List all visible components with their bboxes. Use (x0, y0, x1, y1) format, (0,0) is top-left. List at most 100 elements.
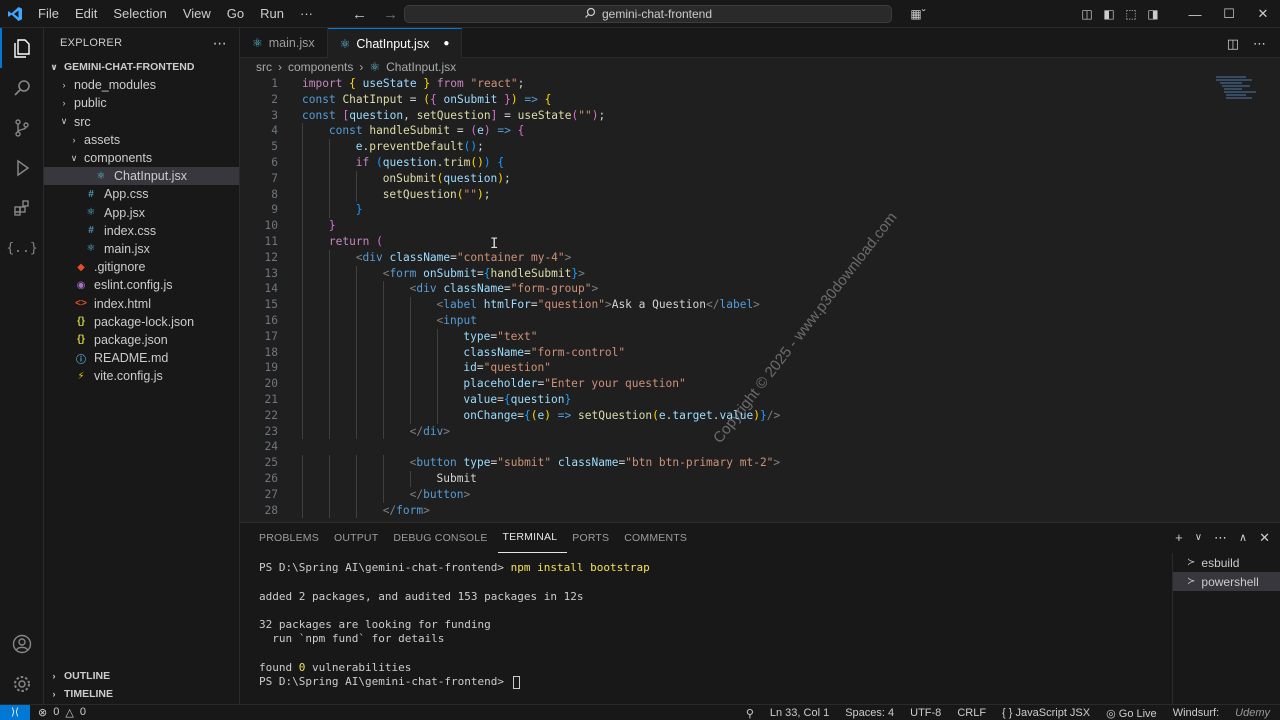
panel-tabs: PROBLEMS OUTPUT DEBUG CONSOLE TERMINAL P… (240, 523, 1280, 553)
tree-item-label: App.css (104, 187, 149, 202)
tab-label: main.jsx (268, 36, 315, 50)
tab-output[interactable]: OUTPUT (329, 523, 388, 553)
json-braces-icon[interactable]: {..} (0, 228, 44, 268)
tree-item[interactable]: # index.css (44, 222, 239, 240)
menu-edit[interactable]: Edit (67, 0, 105, 28)
line-ending[interactable]: CRLF (957, 707, 986, 719)
timeline-section[interactable]: › TIMELINE (44, 685, 240, 703)
code-line: 24 (240, 439, 1240, 455)
more-actions-icon[interactable]: ⋯ (1253, 36, 1266, 52)
status-problems[interactable]: ⊗ 0 △ 0 (30, 706, 86, 719)
toggle-primary-sidebar-icon[interactable]: ◫ (1076, 7, 1098, 21)
windsurf-status[interactable]: Windsurf: (1173, 707, 1219, 719)
breadcrumb-file[interactable]: ChatInput.jsx (386, 60, 456, 74)
tree-item[interactable]: ◆ .gitignore (44, 258, 239, 276)
indent-guide (355, 186, 357, 203)
close-window-icon[interactable]: ✕ (1246, 6, 1280, 22)
tab-ports[interactable]: PORTS (567, 523, 619, 553)
activity-bar: {..} (0, 28, 44, 704)
run-debug-icon[interactable] (0, 148, 44, 188)
extensions-icon[interactable] (0, 188, 44, 228)
menu-go[interactable]: Go (219, 0, 252, 28)
tree-item[interactable]: <> index.html (44, 294, 239, 312)
tree-item[interactable]: ⚡ vite.config.js (44, 367, 239, 385)
back-arrow-icon[interactable]: ← (352, 6, 367, 23)
minimize-icon[interactable]: — (1178, 7, 1212, 22)
forward-arrow-icon[interactable]: → (383, 6, 398, 23)
breadcrumb-src[interactable]: src (256, 60, 272, 74)
tree-item[interactable]: ∨ components (44, 149, 239, 167)
minimap[interactable] (1216, 76, 1268, 116)
menu-more[interactable]: ··· (292, 0, 321, 28)
menu-file[interactable]: File (30, 0, 67, 28)
menu-run[interactable]: Run (252, 0, 292, 28)
breadcrumb-components[interactable]: components (288, 60, 353, 74)
tab-chatinput-jsx[interactable]: ⚛ ChatInput.jsx ● (327, 28, 463, 58)
maximize-panel-chevron-up-icon[interactable]: ∧ (1239, 530, 1247, 546)
encoding[interactable]: UTF-8 (910, 707, 941, 719)
tree-item[interactable]: ◉ eslint.config.js (44, 276, 239, 294)
tree-item[interactable]: ⚛ App.jsx (44, 204, 239, 222)
tree-item[interactable]: # App.css (44, 185, 239, 203)
toggle-panel-icon[interactable]: ⬚ (1120, 7, 1142, 21)
new-terminal-plus-icon[interactable]: + (1175, 530, 1183, 546)
terminal-output[interactable]: PS D:\Spring AI\gemini-chat-frontend> np… (259, 561, 650, 690)
tree-item[interactable]: ⚛ ChatInput.jsx (44, 167, 239, 186)
tree-item-label: package-lock.json (94, 314, 195, 329)
more-actions-icon[interactable]: ⋯ (213, 35, 227, 52)
status-right: ⚲ Ln 33, Col 1 Spaces: 4 UTF-8 CRLF { } … (746, 705, 1270, 720)
language-mode[interactable]: { } JavaScript JSX (1002, 707, 1090, 719)
unsaved-dot-icon[interactable]: ● (443, 38, 449, 49)
terminal-item-powershell[interactable]: ≻ powershell (1173, 572, 1280, 591)
account-icon[interactable] (0, 624, 44, 664)
tree-item[interactable]: ∨ src (44, 113, 239, 131)
tree-item[interactable]: {} package.json (44, 331, 239, 349)
toggle-sidebar-icon[interactable]: ◧ (1098, 7, 1120, 21)
indent-guide (436, 392, 438, 408)
indentation[interactable]: Spaces: 4 (845, 707, 894, 719)
zoom-search-icon[interactable]: ⚲ (746, 707, 754, 720)
go-live[interactable]: ◎ Go Live (1106, 707, 1157, 720)
tree-item[interactable]: ⓘ README.md (44, 349, 239, 367)
code-editor[interactable]: 1 import { useState } from "react"; 2 const… (240, 76, 1280, 522)
split-editor-icon[interactable]: ◫ (1227, 36, 1239, 52)
menu-selection[interactable]: Selection (105, 0, 174, 28)
tab-terminal[interactable]: TERMINAL (497, 523, 568, 553)
code-token: input (443, 314, 477, 327)
remote-indicator-icon[interactable]: ⟩⟨ (0, 704, 30, 720)
tab-comments[interactable]: COMMENTS (619, 523, 697, 553)
outline-section[interactable]: › OUTLINE (44, 667, 240, 685)
tab-problems[interactable]: PROBLEMS (254, 523, 329, 553)
tree-item[interactable]: › node_modules (44, 76, 239, 94)
source-control-icon[interactable] (0, 108, 44, 148)
chevron-down-icon: ∨ (50, 61, 58, 72)
tree-item[interactable]: › public (44, 94, 239, 112)
project-root[interactable]: ∨ GEMINI-CHAT-FRONTEND (44, 58, 239, 76)
close-panel-icon[interactable]: ✕ (1259, 530, 1270, 546)
tab-main-jsx[interactable]: ⚛ main.jsx (240, 28, 328, 58)
cursor-position[interactable]: Ln 33, Col 1 (770, 707, 829, 719)
menu-view[interactable]: View (175, 0, 219, 28)
toggle-secondary-sidebar-icon[interactable]: ◨ (1142, 7, 1164, 21)
explorer-icon[interactable] (0, 28, 44, 68)
maximize-icon[interactable]: ☐ (1212, 6, 1246, 22)
search-view-icon[interactable] (0, 68, 44, 108)
terminal-text: run `npm fund` for details (259, 632, 445, 646)
code-token: preventDefault (369, 140, 464, 154)
line-number: 10 (264, 219, 278, 233)
indent-guide (409, 297, 411, 313)
terminal-item-esbuild[interactable]: ≻ esbuild (1173, 553, 1280, 572)
indent-guide (302, 376, 303, 392)
tree-item[interactable]: ⚛ main.jsx (44, 240, 239, 258)
copilot-icon[interactable]: ▦ˇ (900, 7, 936, 21)
command-center-search[interactable]: gemini-chat-frontend (404, 5, 892, 23)
more-actions-icon[interactable]: ⋯ (1214, 530, 1227, 546)
tree-item[interactable]: › assets (44, 131, 239, 149)
command-center-label: gemini-chat-frontend (601, 7, 713, 21)
tree-item[interactable]: {} package-lock.json (44, 313, 239, 331)
tab-debug-console[interactable]: DEBUG CONSOLE (388, 523, 497, 553)
code-token: setQuestion (578, 408, 653, 422)
chevron-down-icon[interactable]: ∨ (1195, 530, 1202, 546)
settings-gear-icon[interactable] (0, 664, 44, 704)
